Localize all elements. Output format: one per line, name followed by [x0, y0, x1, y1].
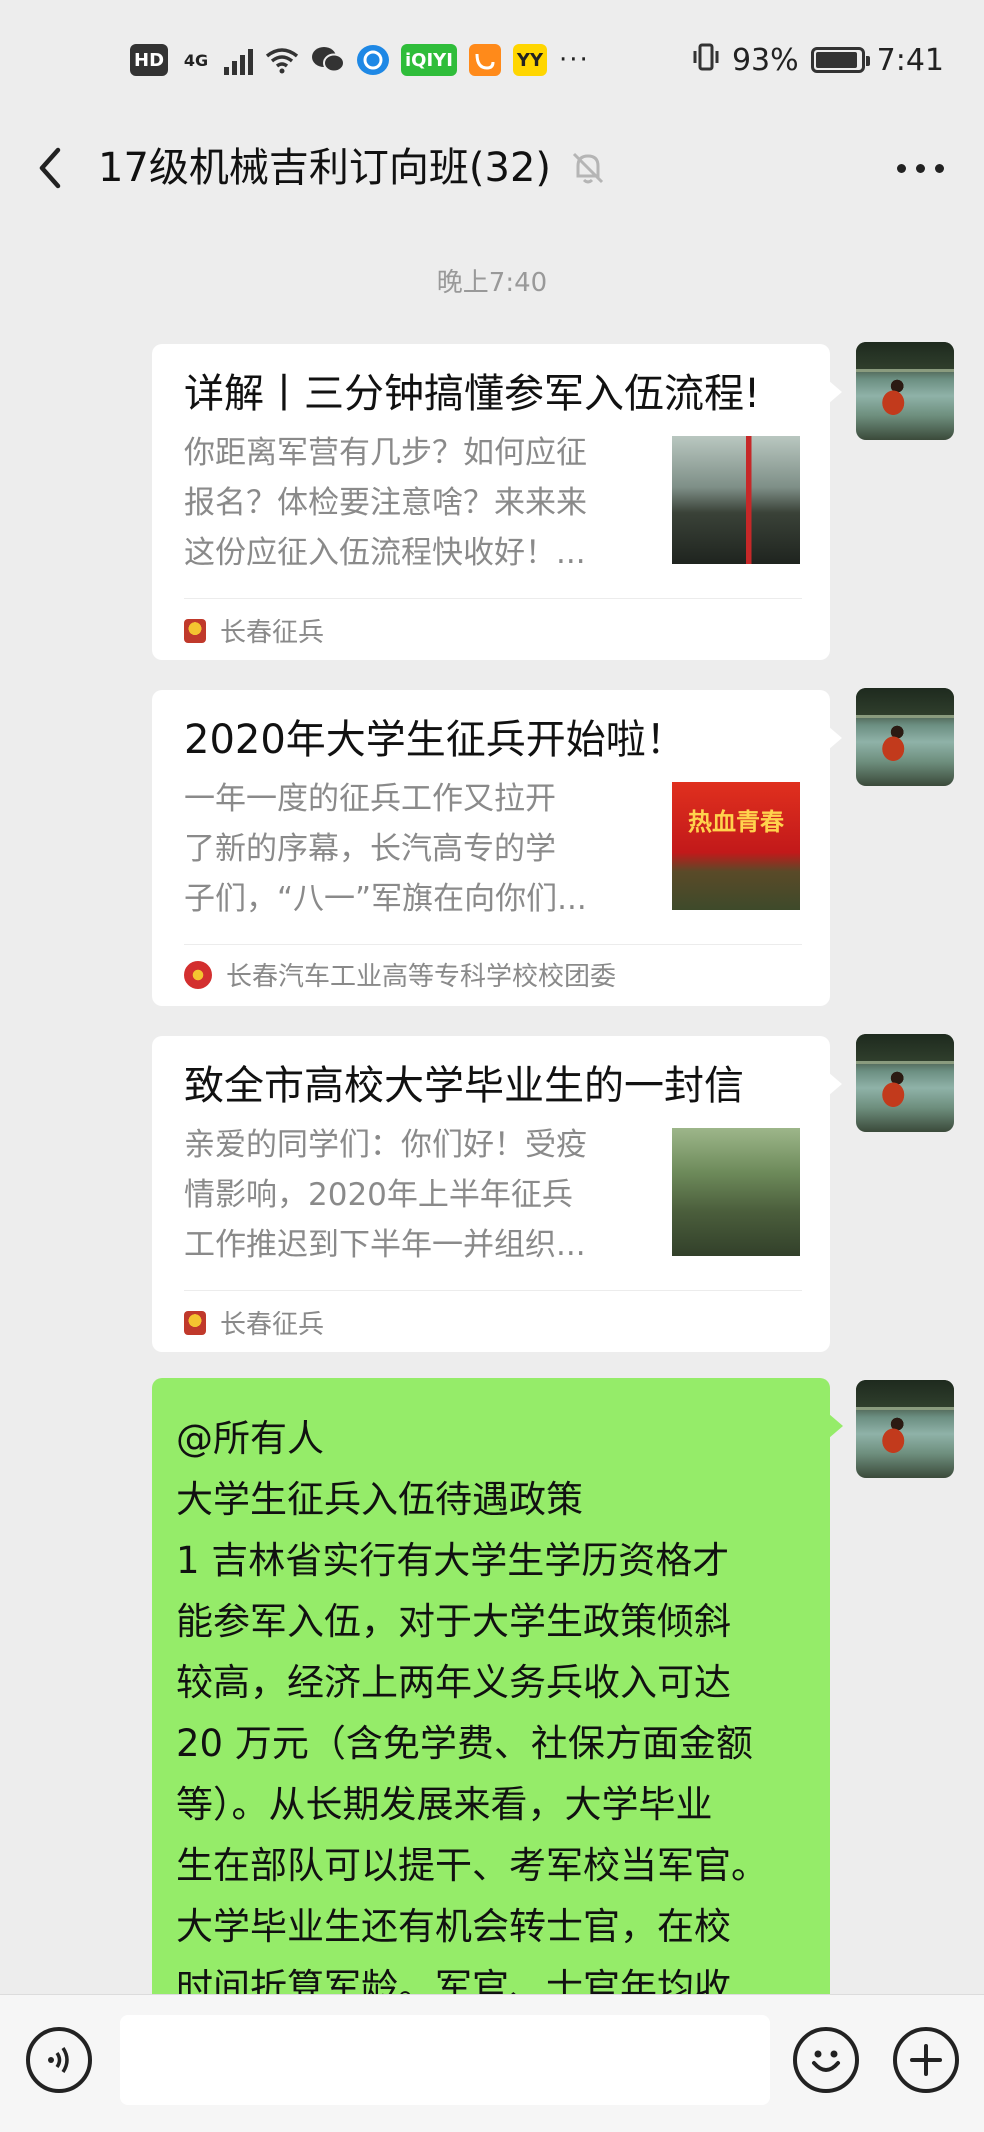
- message-line: 能参军入伍，对于大学生政策倾斜: [176, 1600, 731, 1643]
- battery-fill: [815, 52, 857, 68]
- emoji-icon[interactable]: [793, 2027, 859, 2093]
- chevron-left-icon[interactable]: [30, 144, 70, 192]
- card-description-line: 了新的序幕，长汽高专的学: [184, 831, 556, 867]
- card-source-name: 长春汽车工业高等专科学校校团委: [226, 962, 617, 992]
- link-card[interactable]: 详解丨三分钟搞懂参军入伍流程! 你距离军营有几步？如何应征 报名？体检要注意啥？…: [152, 344, 842, 660]
- card-thumbnail: 热血青春: [672, 782, 800, 910]
- status-right: 93% 7:41: [692, 42, 944, 79]
- emblem-icon: [184, 618, 206, 643]
- vibrate-icon: [692, 42, 720, 79]
- card-source-name: 长春征兵: [220, 1310, 325, 1340]
- status-bar: HD 4G iQIYI YY ··· 93% 7:41: [0, 0, 984, 120]
- iqiyi-icon: iQIYI: [401, 44, 457, 76]
- card-description-line: 工作推迟到下半年一并组织...: [184, 1227, 586, 1263]
- avatar[interactable]: [856, 342, 954, 440]
- card-source-name: 长春征兵: [220, 618, 325, 648]
- wechat-icon: [311, 44, 346, 76]
- card-divider: [184, 944, 802, 945]
- card-description: 一年一度的征兵工作又拉开 了新的序幕，长汽高专的学 子们，“八一”军旗在向你们.…: [184, 774, 644, 924]
- voice-icon[interactable]: [26, 2027, 92, 2093]
- chat-title: 17级机械吉利订向班(32): [98, 145, 552, 191]
- card-description-line: 子们，“八一”军旗在向你们...: [184, 881, 587, 917]
- message-line: 1 吉林省实行有大学生学历资格才: [176, 1539, 730, 1582]
- message-line: 等）。从长期发展来看，大学毕业: [176, 1783, 713, 1826]
- hd-icon: HD: [130, 44, 169, 76]
- wifi-icon: [265, 44, 299, 76]
- browser-icon: [357, 45, 390, 75]
- message-line: 20 万元（含免学费、社保方面金额: [176, 1722, 753, 1765]
- card-source: 长春汽车工业高等专科学校校团委: [184, 956, 616, 993]
- status-time: 7:41: [876, 42, 944, 78]
- status-left: HD 4G iQIYI YY ···: [130, 44, 590, 76]
- bubble-tail: [829, 1414, 843, 1438]
- card-description-line: 这份应征入伍流程快收好！...: [184, 535, 586, 571]
- message-line: 大学毕业生还有机会转士官，在校: [176, 1905, 731, 1948]
- card-description-line: 报名？体检要注意啥？来来来: [184, 485, 587, 521]
- message-input[interactable]: [120, 2015, 770, 2105]
- card-description-line: 你距离军营有几步？如何应征: [184, 435, 587, 471]
- card-thumbnail: [672, 436, 800, 564]
- card-description-line: 一年一度的征兵工作又拉开: [184, 781, 556, 817]
- yy-icon: YY: [512, 44, 547, 76]
- link-card[interactable]: 2020年大学生征兵开始啦！ 一年一度的征兵工作又拉开 了新的序幕，长汽高专的学…: [152, 690, 842, 1006]
- plus-circle-icon[interactable]: [893, 2027, 959, 2093]
- text-message-bubble[interactable]: @所有人 大学生征兵入伍待遇政策 1 吉林省实行有大学生学历资格才 能参军入伍，…: [152, 1378, 830, 2018]
- avatar[interactable]: [856, 1034, 954, 1132]
- chat-header: 17级机械吉利订向班(32): [0, 120, 984, 216]
- message-line: 大学生征兵入伍待遇政策: [176, 1478, 583, 1521]
- message-line: 生在部队可以提干、考军校当军官。: [176, 1844, 768, 1887]
- card-description: 亲爱的同学们：你们好！受疫 情影响，2020年上半年征兵 工作推迟到下半年一并组…: [184, 1120, 644, 1270]
- card-divider: [184, 598, 802, 599]
- card-title: 详解丨三分钟搞懂参军入伍流程!: [184, 371, 761, 417]
- chat-input-bar: [0, 1994, 984, 2132]
- emblem-icon: [184, 960, 212, 989]
- more-horizontal-icon[interactable]: [897, 164, 944, 173]
- card-title: 2020年大学生征兵开始啦！: [184, 717, 686, 763]
- emblem-icon: [184, 1310, 206, 1335]
- card-description-line: 情影响，2020年上半年征兵: [184, 1177, 573, 1213]
- avatar[interactable]: [856, 1380, 954, 1478]
- battery-percent: 93%: [731, 42, 799, 78]
- message-line: @所有人: [176, 1417, 324, 1460]
- card-divider: [184, 1290, 802, 1291]
- link-card[interactable]: 致全市高校大学毕业生的一封信 亲爱的同学们：你们好！受疫 情影响，2020年上半…: [152, 1036, 842, 1352]
- card-description-line: 亲爱的同学们：你们好！受疫: [184, 1127, 587, 1163]
- 4g-icon: 4G: [183, 50, 209, 70]
- more-notifications-icon: ···: [559, 45, 590, 75]
- avatar[interactable]: [856, 688, 954, 786]
- card-source: 长春征兵: [184, 612, 324, 649]
- bell-off-icon: [568, 148, 608, 188]
- message-line: 较高，经济上两年义务兵收入可达: [176, 1661, 731, 1704]
- signal-icon: [224, 45, 254, 75]
- card-thumbnail: [672, 1128, 800, 1256]
- card-title: 致全市高校大学毕业生的一封信: [184, 1063, 744, 1109]
- card-description: 你距离军营有几步？如何应征 报名？体检要注意啥？来来来 这份应征入伍流程快收好！…: [184, 428, 644, 578]
- card-source: 长春征兵: [184, 1304, 324, 1341]
- uc-icon: [468, 44, 501, 76]
- battery-icon: [810, 47, 870, 73]
- message-timestamp: 晚上7:40: [436, 268, 548, 298]
